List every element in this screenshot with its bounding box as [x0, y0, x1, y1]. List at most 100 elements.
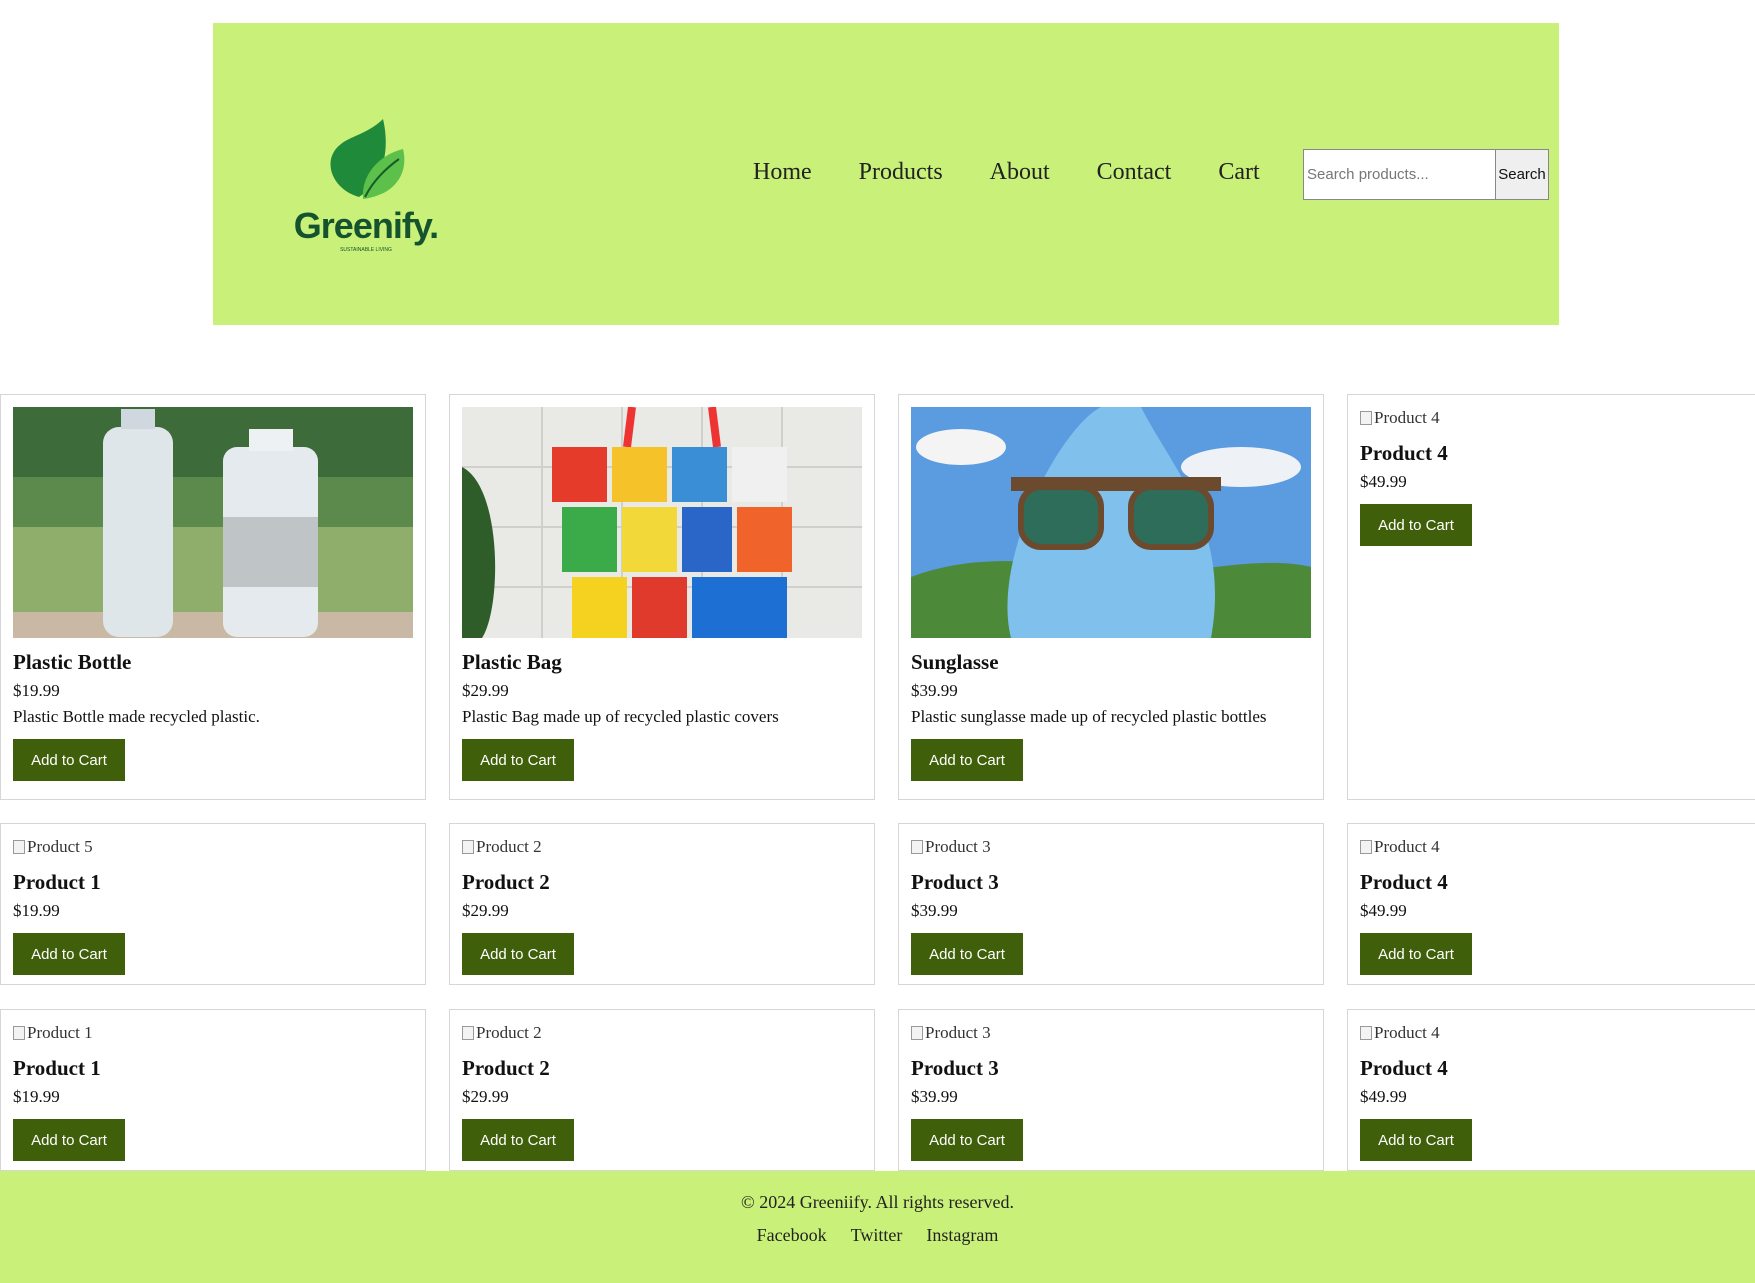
- product-name: Product 3: [911, 1056, 999, 1080]
- brand-tagline: SUSTAINABLE LIVING: [340, 247, 392, 253]
- product-price: $19.99: [13, 901, 60, 920]
- product-name: Product 2: [462, 870, 550, 894]
- product-price: $29.99: [462, 1087, 509, 1106]
- add-to-cart-button[interactable]: Add to Cart: [13, 1119, 125, 1161]
- broken-image: Product 4: [1360, 836, 1755, 858]
- sunglasses-image: [911, 407, 1311, 638]
- product-price: $49.99: [1360, 472, 1407, 491]
- product-card: Product 2 Product 2 $29.99 Add to Cart: [449, 823, 875, 985]
- product-description: Plastic sunglasse made up of recycled pl…: [911, 707, 1267, 726]
- product-card: Product 4 Product 4 $49.99 Add to Cart: [1347, 394, 1755, 800]
- add-to-cart-button[interactable]: Add to Cart: [462, 1119, 574, 1161]
- broken-image-icon: [911, 840, 923, 854]
- brand-name: Greenify.: [293, 205, 439, 246]
- broken-image: Product 4: [1360, 1022, 1755, 1044]
- add-to-cart-button[interactable]: Add to Cart: [13, 933, 125, 975]
- product-card: Product 5 Product 1 $19.99 Add to Cart: [0, 823, 426, 985]
- broken-image-icon: [462, 840, 474, 854]
- product-price: $19.99: [13, 681, 60, 700]
- product-price: $29.99: [462, 901, 509, 920]
- product-name: Product 1: [13, 870, 101, 894]
- broken-image-icon: [1360, 1026, 1372, 1040]
- image-alt-text: Product 2: [476, 837, 542, 856]
- nav-contact[interactable]: Contact: [1097, 160, 1172, 184]
- product-name: Sunglasse: [911, 650, 999, 674]
- product-name: Plastic Bag: [462, 650, 562, 674]
- product-card: Product 4 Product 4 $49.99 Add to Cart: [1347, 823, 1755, 985]
- add-to-cart-button[interactable]: Add to Cart: [911, 739, 1023, 781]
- site-footer: © 2024 Greeniify. All rights reserved. F…: [0, 1171, 1755, 1283]
- plastic-bag-image: [462, 407, 862, 638]
- add-to-cart-button[interactable]: Add to Cart: [462, 933, 574, 975]
- product-price: $39.99: [911, 901, 958, 920]
- broken-image: Product 2: [462, 1022, 862, 1044]
- product-price: $49.99: [1360, 901, 1407, 920]
- image-alt-text: Product 3: [925, 837, 991, 856]
- nav-about[interactable]: About: [990, 160, 1050, 184]
- product-price: $49.99: [1360, 1087, 1407, 1106]
- product-name: Product 3: [911, 870, 999, 894]
- add-to-cart-button[interactable]: Add to Cart: [1360, 933, 1472, 975]
- broken-image-icon: [911, 1026, 923, 1040]
- product-name: Plastic Bottle: [13, 650, 132, 674]
- add-to-cart-button[interactable]: Add to Cart: [13, 739, 125, 781]
- broken-image: Product 2: [462, 836, 862, 858]
- product-card: Sunglasse $39.99 Plastic sunglasse made …: [898, 394, 1324, 800]
- product-price: $19.99: [13, 1087, 60, 1106]
- search-button[interactable]: Search: [1495, 149, 1549, 200]
- broken-image: Product 3: [911, 836, 1311, 858]
- product-card: Product 1 Product 1 $19.99 Add to Cart: [0, 1009, 426, 1171]
- product-name: Product 2: [462, 1056, 550, 1080]
- main-nav: Home Products About Contact Cart: [753, 160, 1260, 184]
- image-alt-text: Product 4: [1374, 1023, 1440, 1042]
- product-card: Product 3 Product 3 $39.99 Add to Cart: [898, 823, 1324, 985]
- product-price: $39.99: [911, 1087, 958, 1106]
- site-header: Greenify. SUSTAINABLE LIVING Home Produc…: [213, 23, 1559, 325]
- image-alt-text: Product 2: [476, 1023, 542, 1042]
- add-to-cart-button[interactable]: Add to Cart: [911, 933, 1023, 975]
- instagram-link[interactable]: Instagram: [926, 1225, 998, 1246]
- plastic-bottle-image: [13, 407, 413, 638]
- twitter-link[interactable]: Twitter: [851, 1225, 903, 1246]
- image-alt-text: Product 1: [27, 1023, 93, 1042]
- nav-home[interactable]: Home: [753, 160, 812, 184]
- product-card: Plastic Bottle $19.99 Plastic Bottle mad…: [0, 394, 426, 800]
- add-to-cart-button[interactable]: Add to Cart: [911, 1119, 1023, 1161]
- product-card: Product 3 Product 3 $39.99 Add to Cart: [898, 1009, 1324, 1171]
- broken-image-icon: [1360, 411, 1372, 425]
- add-to-cart-button[interactable]: Add to Cart: [1360, 1119, 1472, 1161]
- greenify-logo[interactable]: Greenify. SUSTAINABLE LIVING: [291, 109, 441, 269]
- search-input[interactable]: [1303, 149, 1497, 200]
- product-description: Plastic Bag made up of recycled plastic …: [462, 707, 779, 726]
- broken-image-icon: [1360, 840, 1372, 854]
- product-price: $29.99: [462, 681, 509, 700]
- broken-image: Product 5: [13, 836, 413, 858]
- product-name: Product 1: [13, 1056, 101, 1080]
- broken-image: Product 4: [1360, 407, 1755, 429]
- product-card: Plastic Bag $29.99 Plastic Bag made up o…: [449, 394, 875, 800]
- social-links: Facebook Twitter Instagram: [0, 1225, 1755, 1246]
- add-to-cart-button[interactable]: Add to Cart: [1360, 504, 1472, 546]
- image-alt-text: Product 4: [1374, 837, 1440, 856]
- nav-products[interactable]: Products: [859, 160, 943, 184]
- product-card: Product 4 Product 4 $49.99 Add to Cart: [1347, 1009, 1755, 1171]
- product-description: Plastic Bottle made recycled plastic.: [13, 707, 260, 726]
- image-alt-text: Product 5: [27, 837, 93, 856]
- product-card: Product 2 Product 2 $29.99 Add to Cart: [449, 1009, 875, 1171]
- image-alt-text: Product 4: [1374, 408, 1440, 427]
- broken-image-icon: [13, 840, 25, 854]
- product-name: Product 4: [1360, 870, 1448, 894]
- product-price: $39.99: [911, 681, 958, 700]
- leaf-icon: [330, 119, 405, 199]
- broken-image-icon: [462, 1026, 474, 1040]
- facebook-link[interactable]: Facebook: [757, 1225, 827, 1246]
- nav-cart[interactable]: Cart: [1218, 160, 1259, 184]
- product-name: Product 4: [1360, 1056, 1448, 1080]
- image-alt-text: Product 3: [925, 1023, 991, 1042]
- broken-image: Product 1: [13, 1022, 413, 1044]
- add-to-cart-button[interactable]: Add to Cart: [462, 739, 574, 781]
- broken-image: Product 3: [911, 1022, 1311, 1044]
- product-name: Product 4: [1360, 441, 1448, 465]
- broken-image-icon: [13, 1026, 25, 1040]
- copyright-text: © 2024 Greeniify. All rights reserved.: [741, 1192, 1014, 1212]
